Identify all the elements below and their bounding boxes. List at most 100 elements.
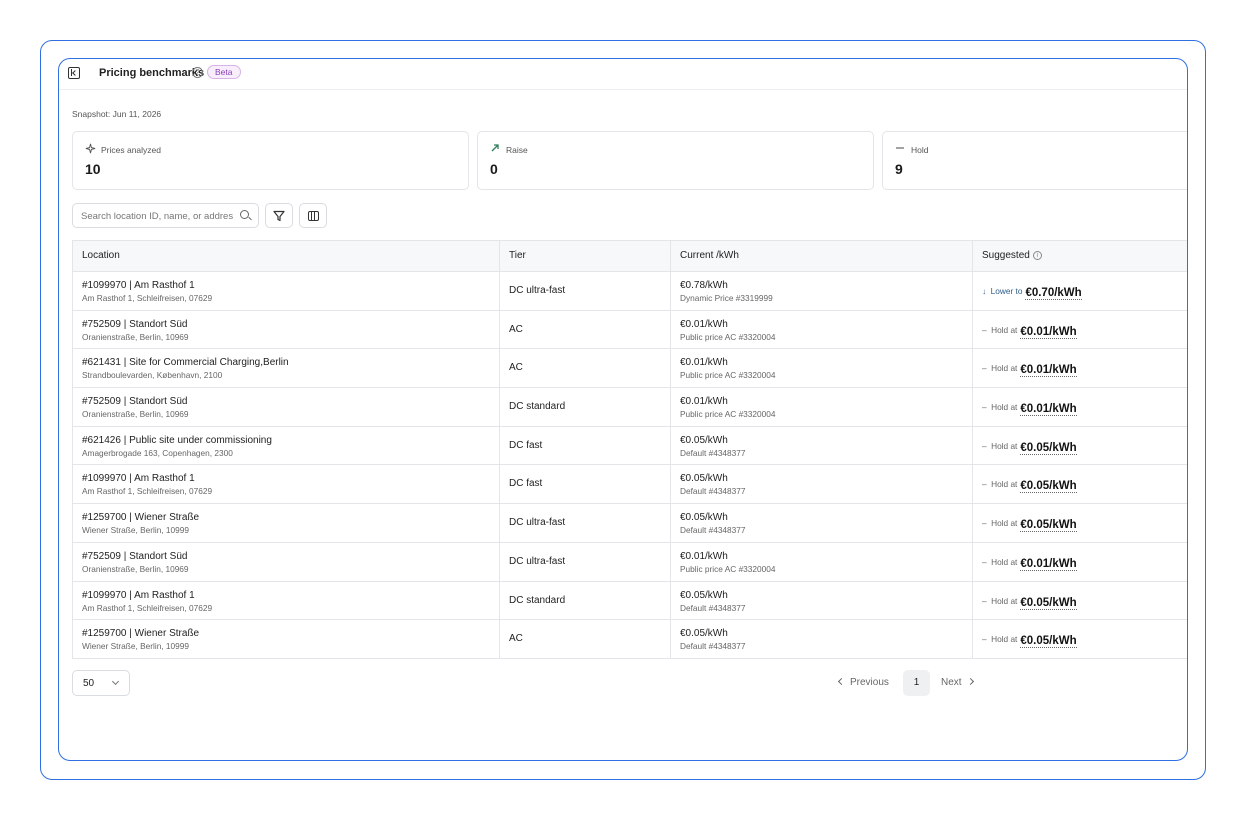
suggested-price[interactable]: €0.70/kWh (1025, 287, 1082, 300)
columns-button[interactable] (299, 203, 327, 228)
tier-value: DC fast (509, 439, 543, 451)
cell-tier: DC ultra-fast (500, 542, 671, 581)
snapshot-date: Snapshot: Jun 11, 2026 (72, 109, 162, 119)
sidebar-toggle-icon[interactable] (68, 67, 80, 79)
suggestion-action: Hold at (991, 518, 1018, 529)
cell-current: €0.01/kWh Public price AC #3320004 (671, 349, 973, 388)
cell-current: €0.78/kWh Dynamic Price #3319999 (671, 272, 973, 310)
location-name[interactable]: #752509 | Standort Süd (82, 396, 187, 407)
table-row[interactable]: #1259700 | Wiener Straße Wiener Straße, B… (72, 504, 1187, 543)
location-name[interactable]: #621426 | Public site under commissionin… (82, 435, 272, 446)
tier-value: DC standard (509, 401, 566, 413)
arrow-down-icon: ↓ (982, 286, 987, 296)
cell-suggested: – Hold at €0.01/kWh (973, 349, 1187, 387)
suggested-price[interactable]: €0.05/kWh (1020, 441, 1077, 455)
location-name[interactable]: #752509 | Standort Süd (82, 319, 187, 330)
cell-current: €0.05/kWh Default #4348377 (671, 465, 973, 504)
location-name[interactable]: #752509 | Standort Süd (82, 551, 187, 562)
stat-card-raise: Raise 0 (477, 131, 874, 190)
location-address: Amagerbrogade 163, Copenhagen, 2300 (82, 447, 233, 458)
table-row[interactable]: #752509 | Standort Süd Oranienstraße, Ber… (72, 542, 1187, 582)
location-name[interactable]: #1259700 | Wiener Straße (82, 512, 199, 523)
suggested-price[interactable]: €0.01/kWh (1020, 364, 1077, 378)
table-row[interactable]: #1099970 | Am Rasthof 1 Am Rasthof 1, Sch… (72, 272, 1187, 311)
column-header-suggested-label: Suggested (982, 250, 1030, 261)
suggested-price[interactable]: €0.01/kWh (1020, 325, 1077, 339)
cell-current: €0.05/kWh Default #4348377 (671, 504, 973, 542)
page-size-select[interactable]: 50 (72, 670, 130, 696)
cell-tier: AC (500, 349, 671, 388)
suggested-price[interactable]: €0.05/kWh (1020, 519, 1077, 533)
help-icon[interactable]: ? (192, 67, 203, 78)
stat-label: Prices analyzed (101, 145, 162, 155)
tier-value: AC (509, 323, 523, 335)
cell-current: €0.05/kWh Default #4348377 (671, 581, 973, 620)
table-row[interactable]: #752509 | Standort Süd Oranienstraße, Ber… (72, 310, 1187, 350)
current-price: €0.05/kWh (680, 589, 728, 601)
cell-suggested: – Hold at €0.01/kWh (973, 311, 1187, 349)
info-icon[interactable]: i (1032, 251, 1042, 260)
price-source: Public price AC #3320004 (680, 563, 776, 574)
dash-icon: – (982, 556, 987, 567)
current-price: €0.05/kWh (680, 512, 728, 524)
table-header: Location Tier Current /kWh Suggested i (72, 241, 1187, 272)
stat-value: 9 (895, 161, 903, 177)
pricing-table: Location Tier Current /kWh Suggested i #1… (72, 240, 1187, 659)
cell-tier: AC (500, 310, 671, 349)
tier-value: DC ultra-fast (509, 517, 566, 529)
cell-current: €0.01/kWh Public price AC #3320004 (671, 310, 973, 349)
tier-value: DC standard (509, 594, 566, 606)
suggestion-action: Hold at (991, 556, 1018, 567)
table-row[interactable]: #1099970 | Am Rasthof 1 Am Rasthof 1, Sch… (72, 465, 1187, 505)
cell-location: #752509 | Standort Süd Oranienstraße, Ber… (73, 388, 500, 426)
table-row[interactable]: #1099970 | Am Rasthof 1 Am Rasthof 1, Sch… (72, 581, 1187, 621)
cell-tier: DC standard (500, 388, 671, 426)
location-name[interactable]: #1099970 | Am Rasthof 1 (82, 473, 195, 484)
suggested-price[interactable]: €0.05/kWh (1020, 596, 1077, 610)
suggested-price[interactable]: €0.01/kWh (1020, 557, 1077, 571)
table-row[interactable]: #621431 | Site for Commercial Charging,B… (72, 349, 1187, 389)
column-header-current[interactable]: Current /kWh (671, 241, 973, 271)
cell-tier: DC fast (500, 426, 671, 465)
price-source: Dynamic Price #3319999 (680, 293, 773, 303)
suggestion: – Hold at €0.05/kWh (982, 476, 1077, 494)
suggested-price[interactable]: €0.05/kWh (1020, 635, 1077, 649)
column-header-location[interactable]: Location (73, 241, 500, 271)
suggestion: – Hold at €0.05/kWh (982, 515, 1077, 533)
column-header-tier[interactable]: Tier (500, 241, 671, 271)
table-row[interactable]: #752509 | Standort Süd Oranienstraße, Ber… (72, 388, 1187, 427)
search-icon[interactable] (240, 210, 249, 219)
table-row[interactable]: #621426 | Public site under commissionin… (72, 426, 1187, 466)
filter-button[interactable] (265, 203, 293, 228)
dash-icon (896, 147, 904, 149)
next-label: Next (941, 677, 962, 688)
price-source: Default #4348377 (680, 486, 746, 497)
previous-label: Previous (850, 677, 889, 688)
cell-suggested: ↓ Lower to €0.70/kWh (973, 272, 1187, 310)
search-box (72, 203, 259, 228)
suggested-price[interactable]: €0.01/kWh (1020, 403, 1077, 417)
suggestion-action: Hold at (991, 440, 1018, 451)
cell-location: #621431 | Site for Commercial Charging,B… (73, 349, 500, 388)
previous-page-button[interactable]: Previous (837, 670, 889, 696)
location-name[interactable]: #1259700 | Wiener Straße (82, 628, 199, 639)
current-price: €0.01/kWh (680, 357, 728, 369)
suggestion: – Hold at €0.01/kWh (982, 399, 1077, 417)
location-address: Am Rasthof 1, Schleifreisen, 07629 (82, 602, 213, 613)
stat-value: 0 (490, 161, 498, 177)
page-number-button[interactable]: 1 (903, 670, 930, 696)
location-name[interactable]: #1099970 | Am Rasthof 1 (82, 280, 195, 291)
location-name[interactable]: #621431 | Site for Commercial Charging,B… (82, 357, 289, 368)
column-header-suggested[interactable]: Suggested i (973, 241, 1187, 271)
location-name[interactable]: #1099970 | Am Rasthof 1 (82, 590, 195, 601)
cell-tier: AC (500, 620, 671, 658)
current-price: €0.01/kWh (680, 318, 728, 330)
cell-suggested: – Hold at €0.05/kWh (973, 620, 1187, 658)
next-page-button[interactable]: Next (941, 670, 974, 696)
cell-suggested: – Hold at €0.01/kWh (973, 543, 1187, 581)
suggested-price[interactable]: €0.05/kWh (1020, 480, 1077, 494)
table-row[interactable]: #1259700 | Wiener Straße Wiener Straße, B… (72, 620, 1187, 659)
search-input[interactable] (81, 209, 233, 223)
cell-location: #1259700 | Wiener Straße Wiener Straße, B… (73, 620, 500, 658)
chevron-down-icon (111, 677, 120, 686)
